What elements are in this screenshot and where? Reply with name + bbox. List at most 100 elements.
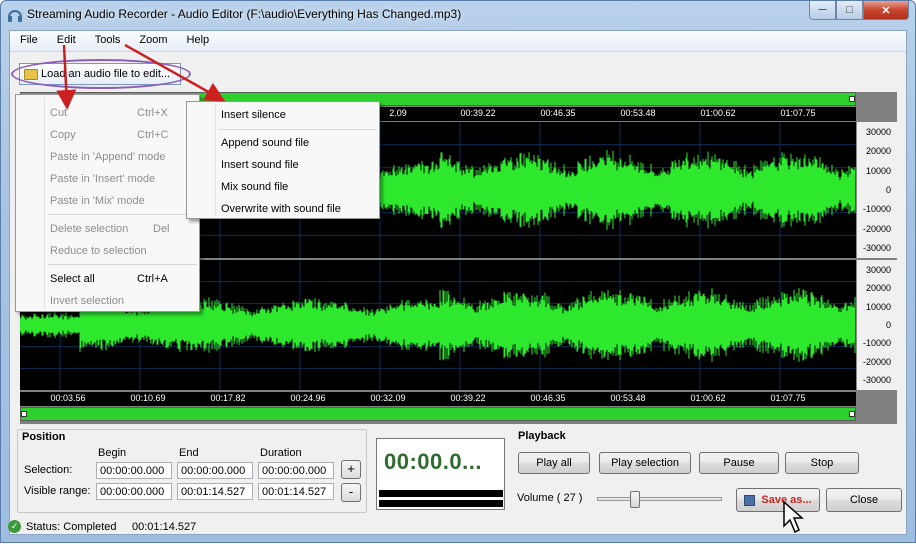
window-title: Streaming Audio Recorder - Audio Editor …: [27, 7, 462, 21]
check-icon: ✓: [8, 520, 21, 533]
selection-label: Selection:: [24, 464, 73, 476]
right-handle[interactable]: [849, 411, 855, 417]
save-icon: [744, 494, 756, 506]
menu-tools[interactable]: Tools: [85, 31, 130, 51]
close-button[interactable]: Close: [826, 488, 902, 512]
stop-button[interactable]: Stop: [785, 452, 859, 474]
ruler-tick-label: 00:24.96: [290, 393, 326, 403]
edit-menu-item[interactable]: Invert selection: [16, 291, 199, 311]
position-title: Position: [22, 431, 66, 443]
zoom-in-button[interactable]: +: [341, 460, 361, 479]
menu-item-label: Paste in 'Insert' mode: [50, 173, 156, 185]
menu-item-shortcut: Del: [153, 223, 170, 235]
mouse-pointer-icon: [783, 500, 804, 534]
menu-edit[interactable]: Edit: [47, 31, 85, 51]
edit-menu-item[interactable]: Select all Ctrl+A: [16, 269, 199, 289]
menu-item-label: Insert sound file: [221, 159, 299, 171]
selection-begin-field[interactable]: 00:00:00.000: [96, 462, 172, 479]
tools-menu-item[interactable]: Insert sound file: [187, 155, 379, 175]
minimize-icon: ─: [818, 4, 827, 16]
bottom-time-ruler: 00:03.56 00:10.69 00:17.82 00:24.96 00:32.09…: [20, 392, 856, 406]
ruler-tick-label: 00:53.48: [620, 108, 656, 118]
menu-item-label: Paste in 'Mix' mode: [50, 195, 145, 207]
selection-end-field[interactable]: 00:00:00.000: [177, 462, 253, 479]
title-bar[interactable]: Streaming Audio Recorder - Audio Editor …: [1, 1, 915, 29]
tools-menu-item[interactable]: Mix sound file: [187, 177, 379, 197]
amplitude-tick-label: 0: [885, 320, 891, 330]
edit-menu-item[interactable]: Reduce to selection: [16, 241, 199, 261]
menu-item-shortcut: Ctrl+C: [137, 129, 169, 141]
maximize-button[interactable]: □: [836, 1, 863, 20]
amplitude-tick-label: -30000: [862, 375, 891, 385]
amplitude-tick-label: -20000: [862, 356, 891, 367]
amplitude-tick-label: 0: [885, 185, 891, 195]
menu-item-label: Insert silence: [221, 109, 286, 121]
volume-slider-thumb[interactable]: [630, 491, 641, 508]
edit-menu-item[interactable]: Paste in 'Append' mode: [16, 147, 199, 167]
tools-menu-item[interactable]: Insert silence: [187, 105, 379, 125]
visible-duration-field[interactable]: 00:01:14.527: [258, 483, 334, 500]
duration-label: Duration: [260, 447, 302, 459]
ruler-tick-label: 01:07.75: [780, 108, 816, 118]
volume-slider[interactable]: [597, 491, 722, 508]
visible-range-label: Visible range:: [24, 485, 91, 497]
ruler-tick-label: 00:46.35: [540, 108, 576, 118]
edit-menu-item[interactable]: Delete selection Del: [16, 219, 199, 239]
edit-menu-item[interactable]: Paste in 'Insert' mode: [16, 169, 199, 189]
edit-menu-item[interactable]: Cut Ctrl+X: [16, 103, 199, 123]
ruler-tick-label: 00:10.69: [130, 393, 166, 403]
tools-menu-item[interactable]: Append sound file: [187, 133, 379, 153]
status-text: Status: Completed: [26, 521, 117, 533]
time-display: 00:00.0...: [376, 438, 505, 510]
tools-menu-item[interactable]: Overwrite with sound file: [187, 199, 379, 219]
ruler-tick-label: 00:32.09: [370, 393, 406, 403]
amplitude-tick-label: -20000: [862, 223, 891, 234]
amplitude-tick-label: 20000: [865, 283, 891, 294]
ruler-tick-label: 01:00.62: [700, 108, 736, 118]
minimize-button[interactable]: ─: [809, 1, 836, 20]
edit-menu-item[interactable]: Paste in 'Mix' mode: [16, 191, 199, 211]
close-window-button[interactable]: ✕: [863, 1, 909, 20]
ruler-tick-label: 00:17.82: [210, 393, 246, 403]
menu-item-label: Paste in 'Append' mode: [50, 151, 166, 163]
amplitude-scale-right: 30000 20000 10000 0 -10000 -20000 -30000: [856, 260, 897, 390]
ruler-tick-label: 01:00.62: [690, 393, 726, 403]
bottom-selection-bar[interactable]: [20, 407, 856, 421]
menu-item-label: Append sound file: [221, 137, 310, 149]
amplitude-tick-label: 30000: [865, 127, 891, 137]
amplitude-tick-label: -10000: [862, 338, 891, 349]
visible-begin-field[interactable]: 00:00:00.000: [96, 483, 172, 500]
position-panel: Position Begin End Duration Selection: V…: [17, 429, 367, 513]
menu-item-label: Reduce to selection: [50, 245, 147, 257]
level-meter-left: [379, 490, 503, 497]
ruler-tick-label: 00:53.48: [610, 393, 646, 403]
pause-button[interactable]: Pause: [699, 452, 779, 474]
tools-context-menu: Insert silence Append sound file Insert so…: [186, 101, 380, 219]
edit-menu-item[interactable]: Copy Ctrl+C: [16, 125, 199, 145]
annotation-ellipse: [11, 59, 191, 89]
amplitude-tick-label: 20000: [865, 146, 891, 157]
menu-item-label: Cut: [50, 107, 68, 119]
amplitude-scale-left: 30000 20000 10000 0 -10000 -20000 -30000: [856, 122, 897, 258]
amplitude-tick-label: -10000: [862, 204, 891, 215]
menu-file[interactable]: File: [10, 31, 47, 51]
headphones-icon: [8, 10, 22, 22]
ruler-tick-label: 2.09: [389, 108, 407, 118]
play-selection-button[interactable]: Play selection: [599, 452, 691, 474]
ruler-tick-label: 00:46.35: [530, 393, 566, 403]
right-handle[interactable]: [849, 96, 855, 102]
visible-end-field[interactable]: 00:01:14.527: [177, 483, 253, 500]
level-meter-right: [379, 500, 503, 507]
amplitude-tick-label: -30000: [862, 243, 891, 253]
amplitude-tick-label: 30000: [865, 265, 891, 275]
ruler-tick-label: 00:39.22: [460, 108, 496, 118]
zoom-out-button[interactable]: -: [341, 483, 361, 502]
play-all-button[interactable]: Play all: [518, 452, 590, 474]
menu-help[interactable]: Help: [177, 31, 219, 51]
selection-duration-field[interactable]: 00:00:00.000: [258, 462, 334, 479]
menu-item-label: Delete selection: [50, 223, 129, 235]
left-handle[interactable]: [21, 411, 27, 417]
time-display-value: 00:00.0...: [384, 449, 482, 474]
menu-zoom[interactable]: Zoom: [129, 31, 176, 51]
menu-item-label: Mix sound file: [221, 181, 289, 193]
